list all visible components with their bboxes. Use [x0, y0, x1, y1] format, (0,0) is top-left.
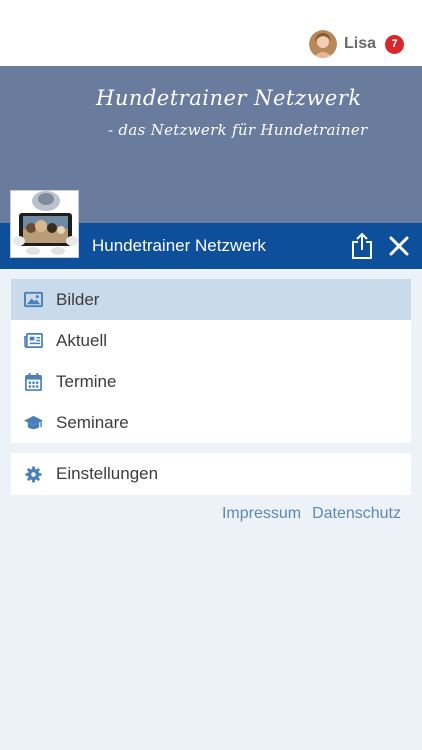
menu-item-label: Bilder: [56, 289, 100, 309]
menu-item-label: Termine: [56, 371, 117, 391]
menu-item-label: Seminare: [56, 412, 129, 432]
menu-item-label: Einstellungen: [56, 464, 159, 483]
menu-item-einstellungen[interactable]: Einstellungen: [11, 453, 411, 495]
menu-item-bilder[interactable]: Bilder: [11, 279, 411, 320]
settings-menu: Einstellungen: [11, 453, 411, 495]
main-menu: Bilder Aktuell Termine Seminare: [11, 279, 411, 443]
menu-item-termine[interactable]: Termine: [11, 361, 411, 402]
top-bar: Lisa 7: [0, 0, 422, 66]
newspaper-icon: [24, 332, 43, 349]
page-title: Hundetrainer Netzwerk: [92, 236, 266, 255]
gear-icon: [25, 465, 42, 483]
calendar-icon: [25, 372, 42, 391]
group-logo[interactable]: [10, 190, 79, 258]
datenschutz-link[interactable]: Datenschutz: [312, 505, 401, 523]
notification-badge[interactable]: 7: [385, 34, 404, 54]
impressum-link[interactable]: Impressum: [222, 505, 301, 523]
user-menu[interactable]: Lisa 7: [308, 30, 404, 58]
menu-item-label: Aktuell: [56, 330, 108, 350]
image-icon: [24, 291, 43, 308]
footer-links: Impressum Datenschutz: [222, 505, 401, 523]
dog-tablet-logo-icon: [11, 191, 78, 257]
menu-item-aktuell[interactable]: Aktuell: [11, 320, 411, 361]
share-icon[interactable]: [350, 232, 374, 260]
menu-item-seminare[interactable]: Seminare: [11, 402, 411, 443]
graduation-cap-icon: [24, 415, 43, 430]
avatar[interactable]: [308, 30, 337, 58]
close-icon[interactable]: [387, 234, 411, 258]
banner-subtitle: - das Netzwerk für Hundetrainer: [108, 121, 368, 139]
user-name[interactable]: Lisa: [344, 35, 376, 53]
banner-title: Hundetrainer Netzwerk: [96, 86, 362, 110]
